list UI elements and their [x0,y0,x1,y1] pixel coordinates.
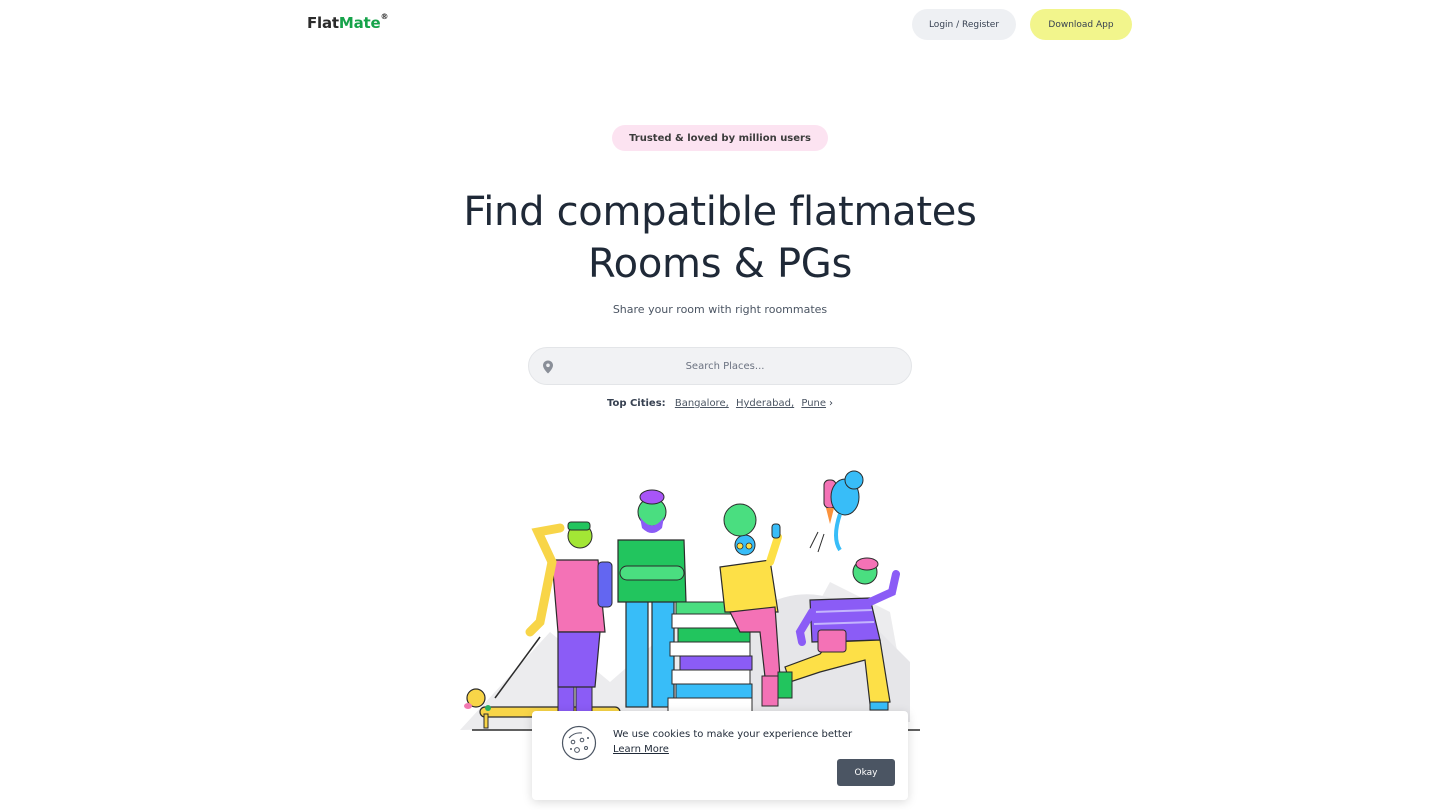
login-register-button[interactable]: Login / Register [912,9,1016,40]
cookie-message-text: We use cookies to make your experience b… [613,729,853,740]
cookie-message: We use cookies to make your experience b… [613,727,853,757]
search-bar[interactable] [528,347,912,385]
top-cities-label: Top Cities: [606,398,666,409]
page-title: Find compatible flatmates Rooms & PGs [320,186,1120,290]
search-input[interactable] [529,348,911,384]
headline-line-1: Find compatible flatmates [463,189,977,235]
cookie-banner: We use cookies to make your experience b… [532,711,908,800]
subtitle: Share your room with right roommates [612,303,828,316]
registered-mark: ® [380,12,389,21]
cookie-icon [560,724,598,766]
jetpack-cat-figure [809,470,864,553]
location-pin-icon [542,359,554,378]
hero-illustration [460,470,920,733]
chevron-right-icon[interactable]: › [829,398,833,409]
download-app-button[interactable]: Download App [1030,9,1132,40]
okay-button[interactable]: Okay [837,759,895,786]
trust-badge: Trusted & loved by million users [612,125,828,151]
learn-more-link[interactable]: Learn More [613,744,669,755]
logo[interactable]: FlatMate® [307,12,389,32]
logo-text-flat: Flat [307,14,339,32]
logo-text-mate: Mate [338,14,381,32]
city-link-bangalore[interactable]: Bangalore, [675,398,729,409]
top-cities: Top Cities: Bangalore, Hyderabad, Pune › [560,398,880,409]
city-link-pune[interactable]: Pune [801,398,826,409]
headline-line-2: Rooms & PGs [587,241,853,287]
city-link-hyderabad[interactable]: Hyderabad, [736,398,794,409]
